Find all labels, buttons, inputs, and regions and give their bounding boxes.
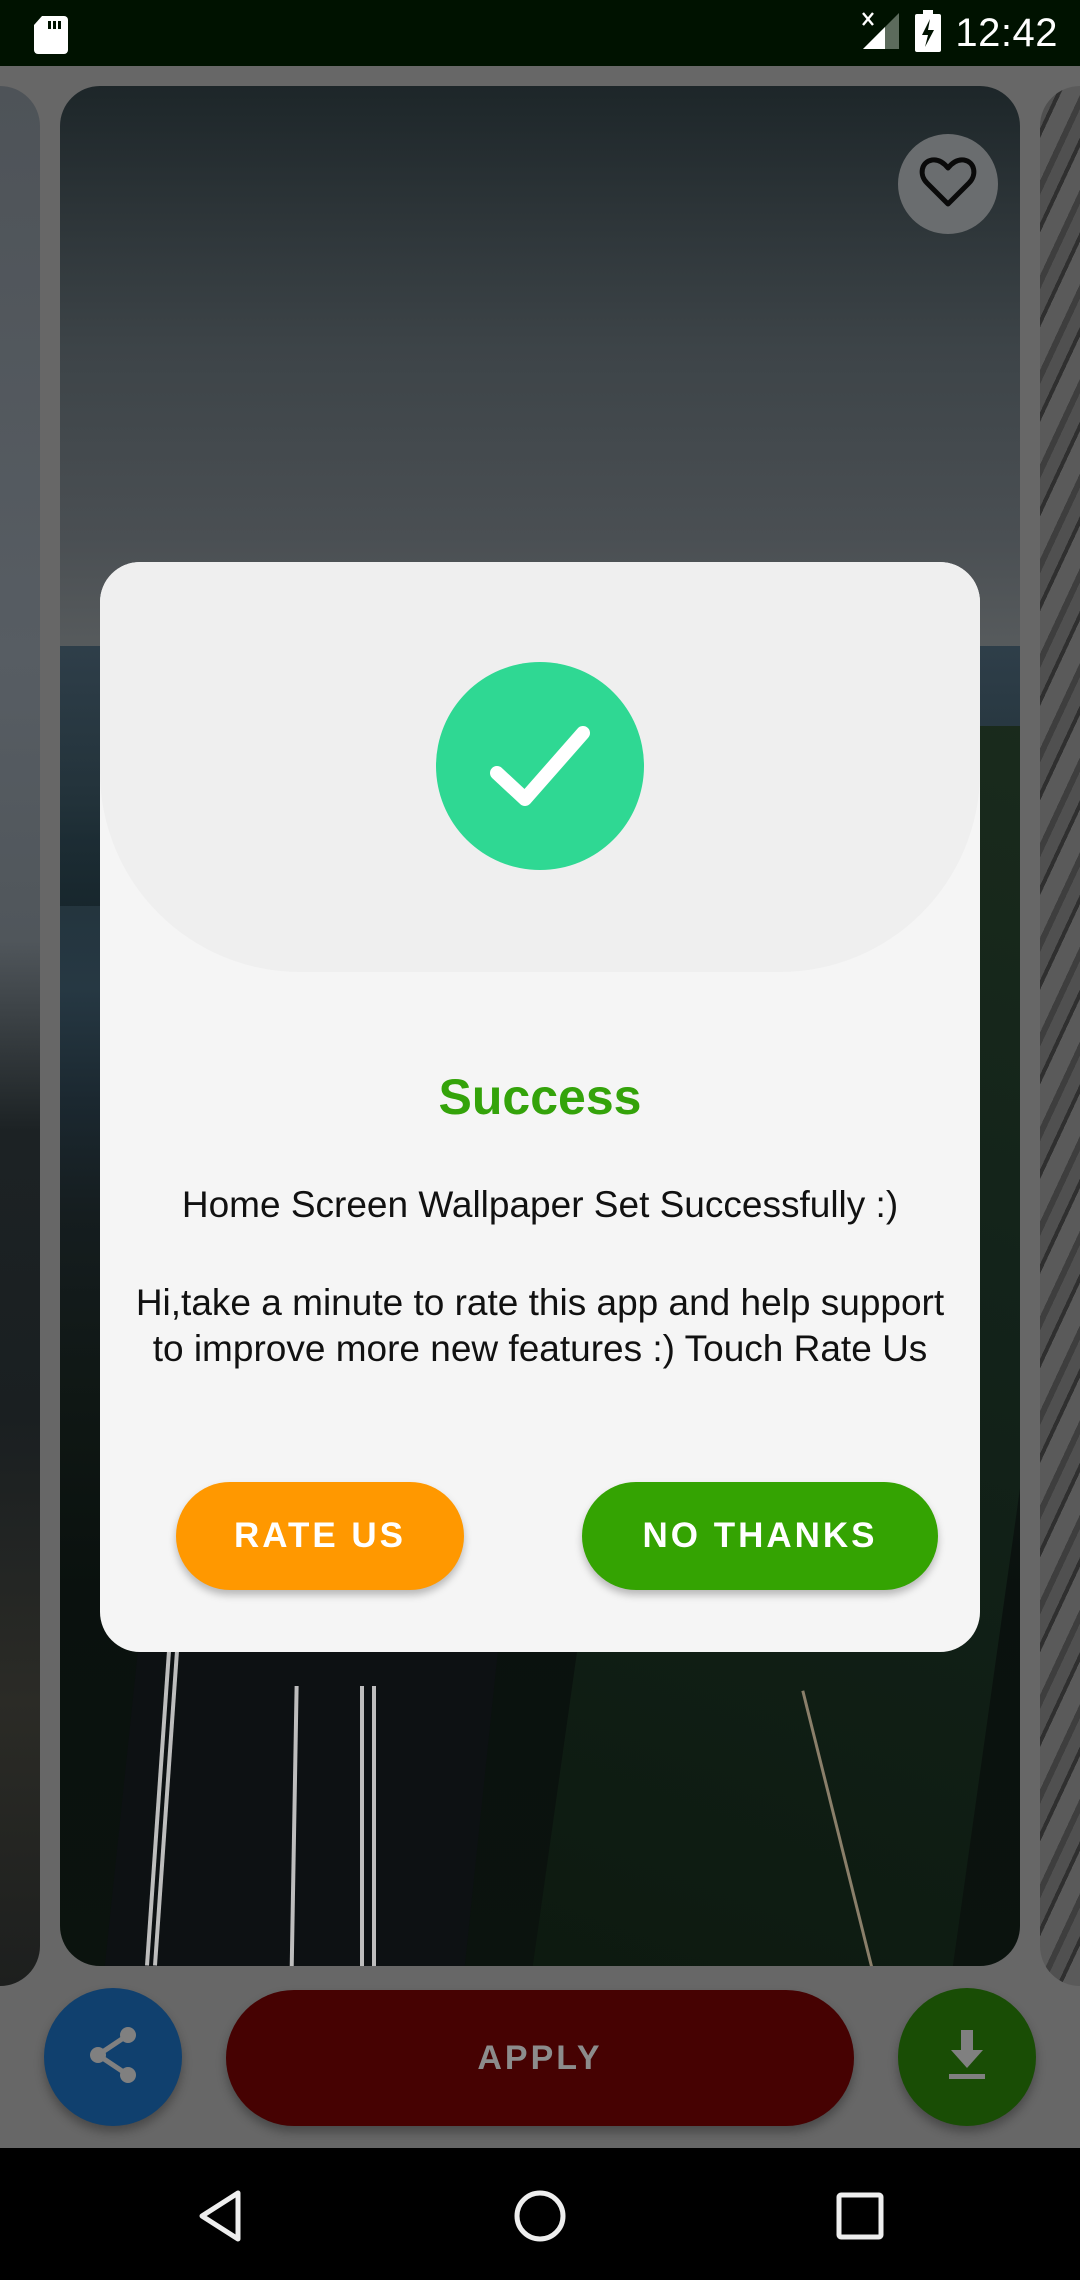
status-bar: 12:42 bbox=[0, 0, 1080, 66]
home-button[interactable] bbox=[500, 2178, 580, 2258]
apply-button[interactable]: APPLY bbox=[226, 1990, 854, 2126]
share-button[interactable] bbox=[44, 1988, 182, 2126]
back-button[interactable] bbox=[180, 2178, 260, 2258]
dialog-title: Success bbox=[438, 1069, 642, 1125]
rate-us-button[interactable]: RATE US bbox=[176, 1482, 464, 1590]
signal-no-service-icon bbox=[861, 11, 901, 56]
no-thanks-button[interactable]: NO THANKS bbox=[582, 1482, 938, 1590]
screen: 12:42 APPLY Success Home Screen Wallpape… bbox=[0, 0, 1080, 2280]
success-dialog: Success Home Screen Wallpaper Set Succes… bbox=[100, 562, 980, 1652]
status-icons: 12:42 bbox=[861, 0, 1058, 66]
next-wallpaper-card[interactable] bbox=[1040, 86, 1080, 1986]
check-circle-icon bbox=[436, 662, 644, 870]
home-icon bbox=[513, 2189, 567, 2248]
recents-button[interactable] bbox=[820, 2178, 900, 2258]
download-icon bbox=[947, 2029, 987, 2085]
navigation-bar bbox=[0, 2148, 1080, 2280]
sd-card-icon bbox=[34, 16, 68, 59]
road-line bbox=[360, 1686, 364, 1966]
recents-icon bbox=[836, 2192, 884, 2245]
heart-outline-icon bbox=[919, 156, 977, 213]
battery-charging-icon bbox=[915, 9, 942, 57]
dialog-message: Home Screen Wallpaper Set Successfully :… bbox=[181, 1184, 899, 1225]
previous-wallpaper-card[interactable] bbox=[0, 86, 40, 1986]
clock: 12:42 bbox=[955, 10, 1058, 55]
road-line bbox=[372, 1686, 376, 1966]
share-icon bbox=[86, 2025, 140, 2090]
favorite-button[interactable] bbox=[898, 134, 998, 234]
download-button[interactable] bbox=[898, 1988, 1036, 2126]
dialog-rate-prompt: Hi,take a minute to rate this app and he… bbox=[135, 1282, 945, 1369]
back-icon bbox=[196, 2189, 244, 2248]
